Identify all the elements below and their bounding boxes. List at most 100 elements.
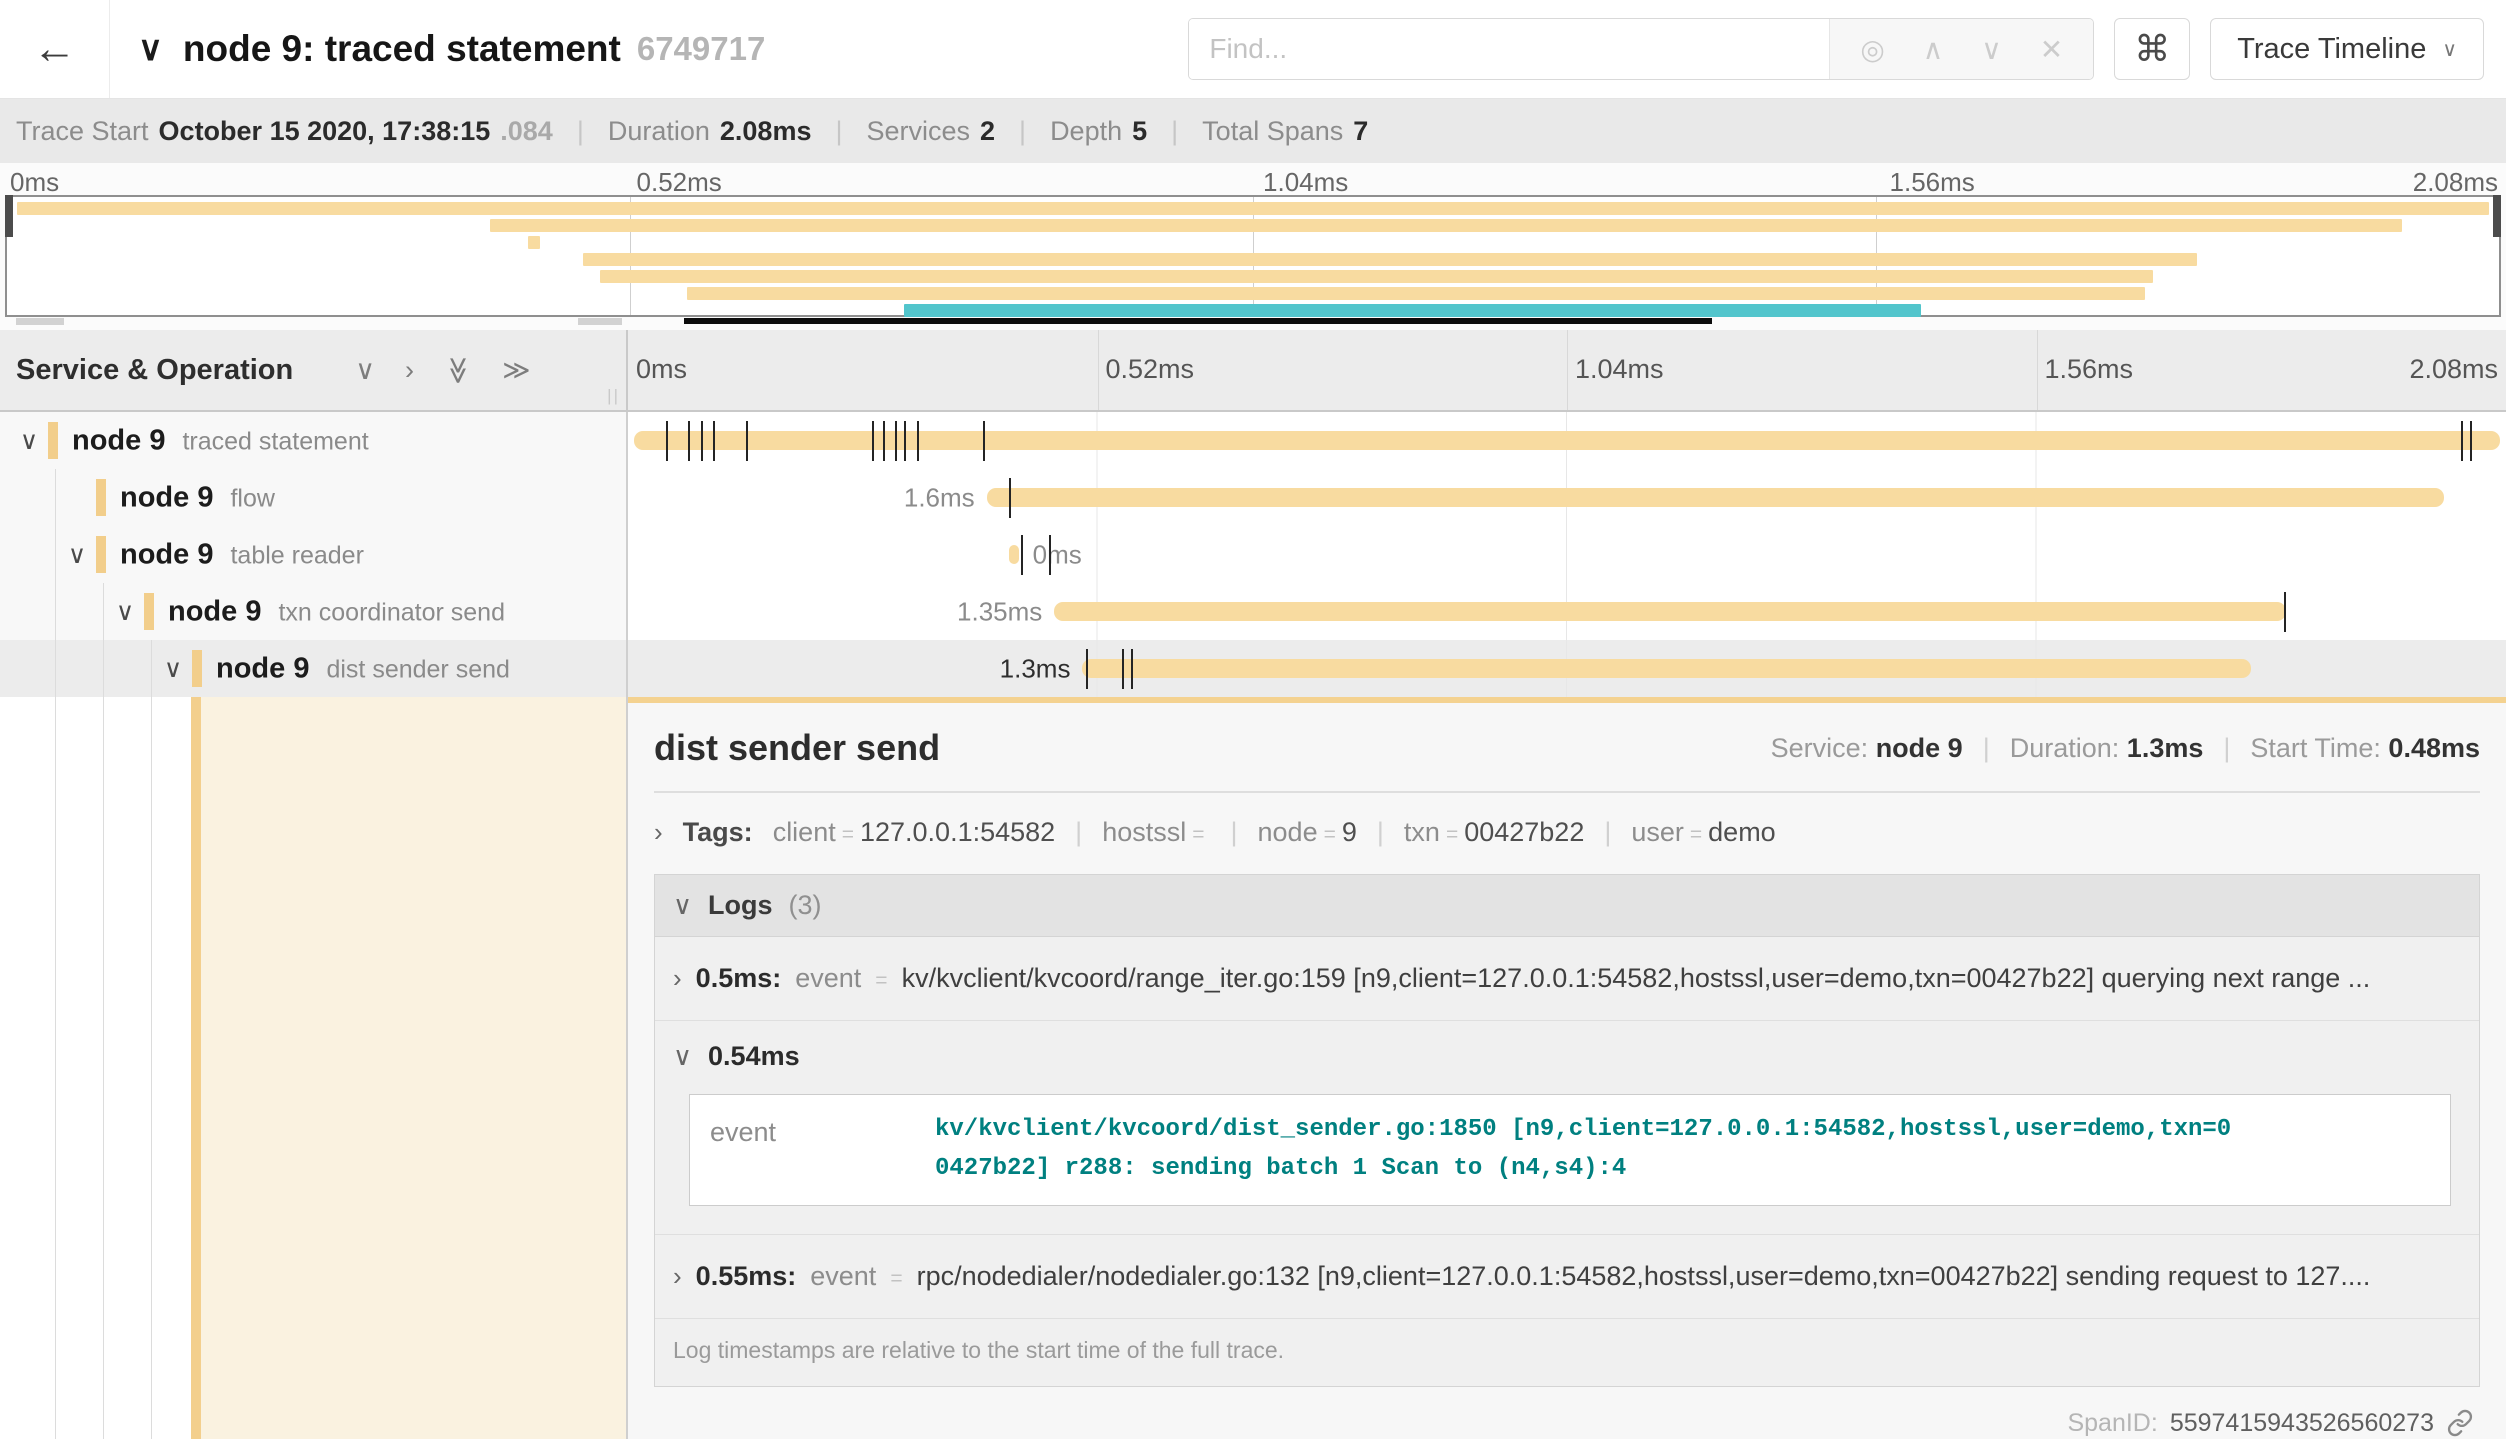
- meta-separator: |: [1983, 733, 1990, 764]
- log-collapse-chevron-icon[interactable]: ∨: [673, 1041, 692, 1072]
- log-timestamp: 0.54ms: [708, 1041, 800, 1072]
- span-name-labels: node 9traced statement: [72, 424, 369, 457]
- span-duration-bar[interactable]: [1009, 545, 1018, 564]
- span-bar-cell[interactable]: 0ms: [628, 526, 2506, 583]
- minimap-canvas[interactable]: [5, 195, 2501, 317]
- indent-guide: [151, 640, 152, 697]
- span-tree-cell[interactable]: ∨node 9table reader: [0, 526, 628, 583]
- tree-controls: ∨ › ≫ ≫: [355, 355, 530, 386]
- minimap-span-bar: [600, 270, 2153, 283]
- service-name: node 9: [120, 538, 213, 571]
- service-color-chip: [96, 536, 106, 573]
- minimap-view-extent-line: [684, 318, 1712, 324]
- next-match-icon[interactable]: ∨: [1981, 33, 2002, 66]
- find-input[interactable]: [1189, 19, 1829, 79]
- log-field-key: event: [810, 1261, 876, 1292]
- span-duration-bar[interactable]: [634, 431, 2501, 450]
- tags-accordion[interactable]: › Tags: client=127.0.0.1:54582|hostssl=|…: [654, 817, 2480, 848]
- span-collapse-chevron-icon[interactable]: ∨: [110, 597, 140, 627]
- span-row[interactable]: node 9flow1.6ms: [0, 469, 2506, 526]
- trace-collapse-chevron-icon[interactable]: ∨: [138, 29, 163, 69]
- clear-search-icon[interactable]: ✕: [2040, 33, 2063, 66]
- trace-stats-bar: Trace Start October 15 2020, 17:38:15.08…: [0, 99, 2506, 163]
- collapse-all-icon[interactable]: ≫: [443, 356, 474, 384]
- tag-item[interactable]: user=demo: [1631, 817, 1775, 848]
- indent-guide: [103, 640, 104, 697]
- equals-sign: =: [1324, 823, 1336, 846]
- span-tree-cell[interactable]: ∨ node 9 dist sender send: [0, 640, 628, 697]
- tag-item[interactable]: client=127.0.0.1:54582: [773, 817, 1055, 848]
- tag-item[interactable]: txn=00427b22: [1404, 817, 1584, 848]
- log-event-tick: [2461, 421, 2463, 461]
- span-bar-cell[interactable]: [628, 412, 2506, 469]
- expand-all-icon[interactable]: ≫: [502, 355, 530, 386]
- duration-value: 2.08ms: [720, 116, 812, 147]
- span-rows-above-detail: ∨node 9traced statementnode 9flow1.6ms∨n…: [0, 412, 2506, 697]
- tags-expand-caret-icon[interactable]: ›: [654, 817, 663, 848]
- span-collapse-chevron-icon[interactable]: ∨: [14, 426, 44, 456]
- span-bar-cell[interactable]: 1.35ms: [628, 583, 2506, 640]
- indent-guide: [55, 583, 56, 640]
- keyboard-shortcuts-button[interactable]: ⌘: [2114, 18, 2190, 80]
- log-entry-collapsed[interactable]: ›0.5ms:event=kv/kvclient/kvcoord/range_i…: [655, 937, 2479, 1021]
- total-spans-label: Total Spans: [1202, 116, 1343, 147]
- service-color-chip: [48, 422, 58, 459]
- locate-match-icon[interactable]: ◎: [1860, 33, 1884, 66]
- prev-match-icon[interactable]: ∧: [1923, 33, 1944, 66]
- minimap-ruler-label: 0.52ms: [637, 167, 722, 198]
- view-mode-label: Trace Timeline: [2237, 33, 2426, 66]
- log-expand-caret-icon[interactable]: ›: [673, 1261, 682, 1292]
- operation-name: dist sender send: [326, 655, 509, 684]
- span-tree-cell[interactable]: ∨ node 9traced statement: [0, 412, 628, 469]
- operation-name: traced statement: [182, 427, 368, 456]
- span-row[interactable]: ∨node 9table reader0ms: [0, 526, 2506, 583]
- column-resize-grip[interactable]: ||: [607, 386, 620, 406]
- collapse-one-icon[interactable]: ∨: [355, 355, 375, 386]
- span-bar-cell[interactable]: 1.3ms: [628, 640, 2506, 697]
- span-tree-cell[interactable]: node 9flow: [0, 469, 628, 526]
- service-meta-label: Service:: [1771, 733, 1869, 763]
- span-duration-bar[interactable]: [987, 488, 2444, 507]
- log-expand-caret-icon[interactable]: ›: [673, 963, 682, 994]
- indent-guide: [151, 697, 152, 1439]
- services-value: 2: [980, 116, 995, 147]
- minimap-scrubber-tab[interactable]: [16, 318, 64, 325]
- span-row[interactable]: ∨ node 9traced statement: [0, 412, 2506, 469]
- logs-footer-note: Log timestamps are relative to the start…: [655, 1319, 2479, 1386]
- timeline-ruler: 0ms0.52ms1.04ms1.56ms2.08ms: [628, 330, 2506, 410]
- service-color-chip: [96, 479, 106, 516]
- service-name: node 9: [216, 652, 309, 685]
- span-collapse-chevron-icon[interactable]: ∨: [62, 540, 92, 570]
- span-bar-cell[interactable]: 1.6ms: [628, 469, 2506, 526]
- tag-item[interactable]: hostssl=: [1102, 817, 1210, 848]
- log-entry-collapsed[interactable]: ›0.55ms:event=rpc/nodedialer/nodedialer.…: [655, 1235, 2479, 1319]
- indent-guide: [103, 583, 104, 640]
- minimap-scrubber-left[interactable]: [5, 195, 13, 237]
- view-mode-button[interactable]: Trace Timeline ∨: [2210, 18, 2484, 80]
- span-duration-bar[interactable]: [1082, 659, 2250, 678]
- deep-link-icon[interactable]: [2446, 1409, 2474, 1437]
- span-tree-cell[interactable]: ∨node 9txn coordinator send: [0, 583, 628, 640]
- span-duration-bar[interactable]: [1054, 602, 2286, 621]
- span-row[interactable]: ∨node 9txn coordinator send1.35ms: [0, 583, 2506, 640]
- log-event-tick: [2470, 421, 2472, 461]
- log-collapse-header[interactable]: ∨ 0.54ms: [673, 1041, 2461, 1072]
- expand-one-icon[interactable]: ›: [405, 355, 414, 386]
- find-box: ◎ ∧ ∨ ✕: [1188, 18, 2094, 80]
- span-row[interactable]: ∨ node 9 dist sender send 1.3ms: [0, 640, 2506, 697]
- start-time-meta-label: Start Time:: [2250, 733, 2381, 763]
- operation-name: flow: [230, 484, 274, 513]
- logs-accordion-header[interactable]: ∨ Logs (3): [655, 875, 2479, 936]
- tag-item[interactable]: node=9: [1258, 817, 1357, 848]
- minimap-scrubber-tab[interactable]: [578, 318, 622, 325]
- back-button[interactable]: ←: [0, 0, 110, 98]
- minimap-span-bar: [687, 287, 2145, 300]
- span-detail-left-gutter: [0, 697, 628, 1439]
- log-event-tick: [917, 421, 919, 461]
- minimap-scrubber-right[interactable]: [2493, 195, 2501, 237]
- indent-guide: [55, 697, 56, 1439]
- log-event-tick: [666, 421, 668, 461]
- service-meta-value: node 9: [1876, 733, 1963, 763]
- logs-label: Logs: [708, 890, 773, 921]
- span-collapse-chevron-icon[interactable]: ∨: [158, 654, 188, 684]
